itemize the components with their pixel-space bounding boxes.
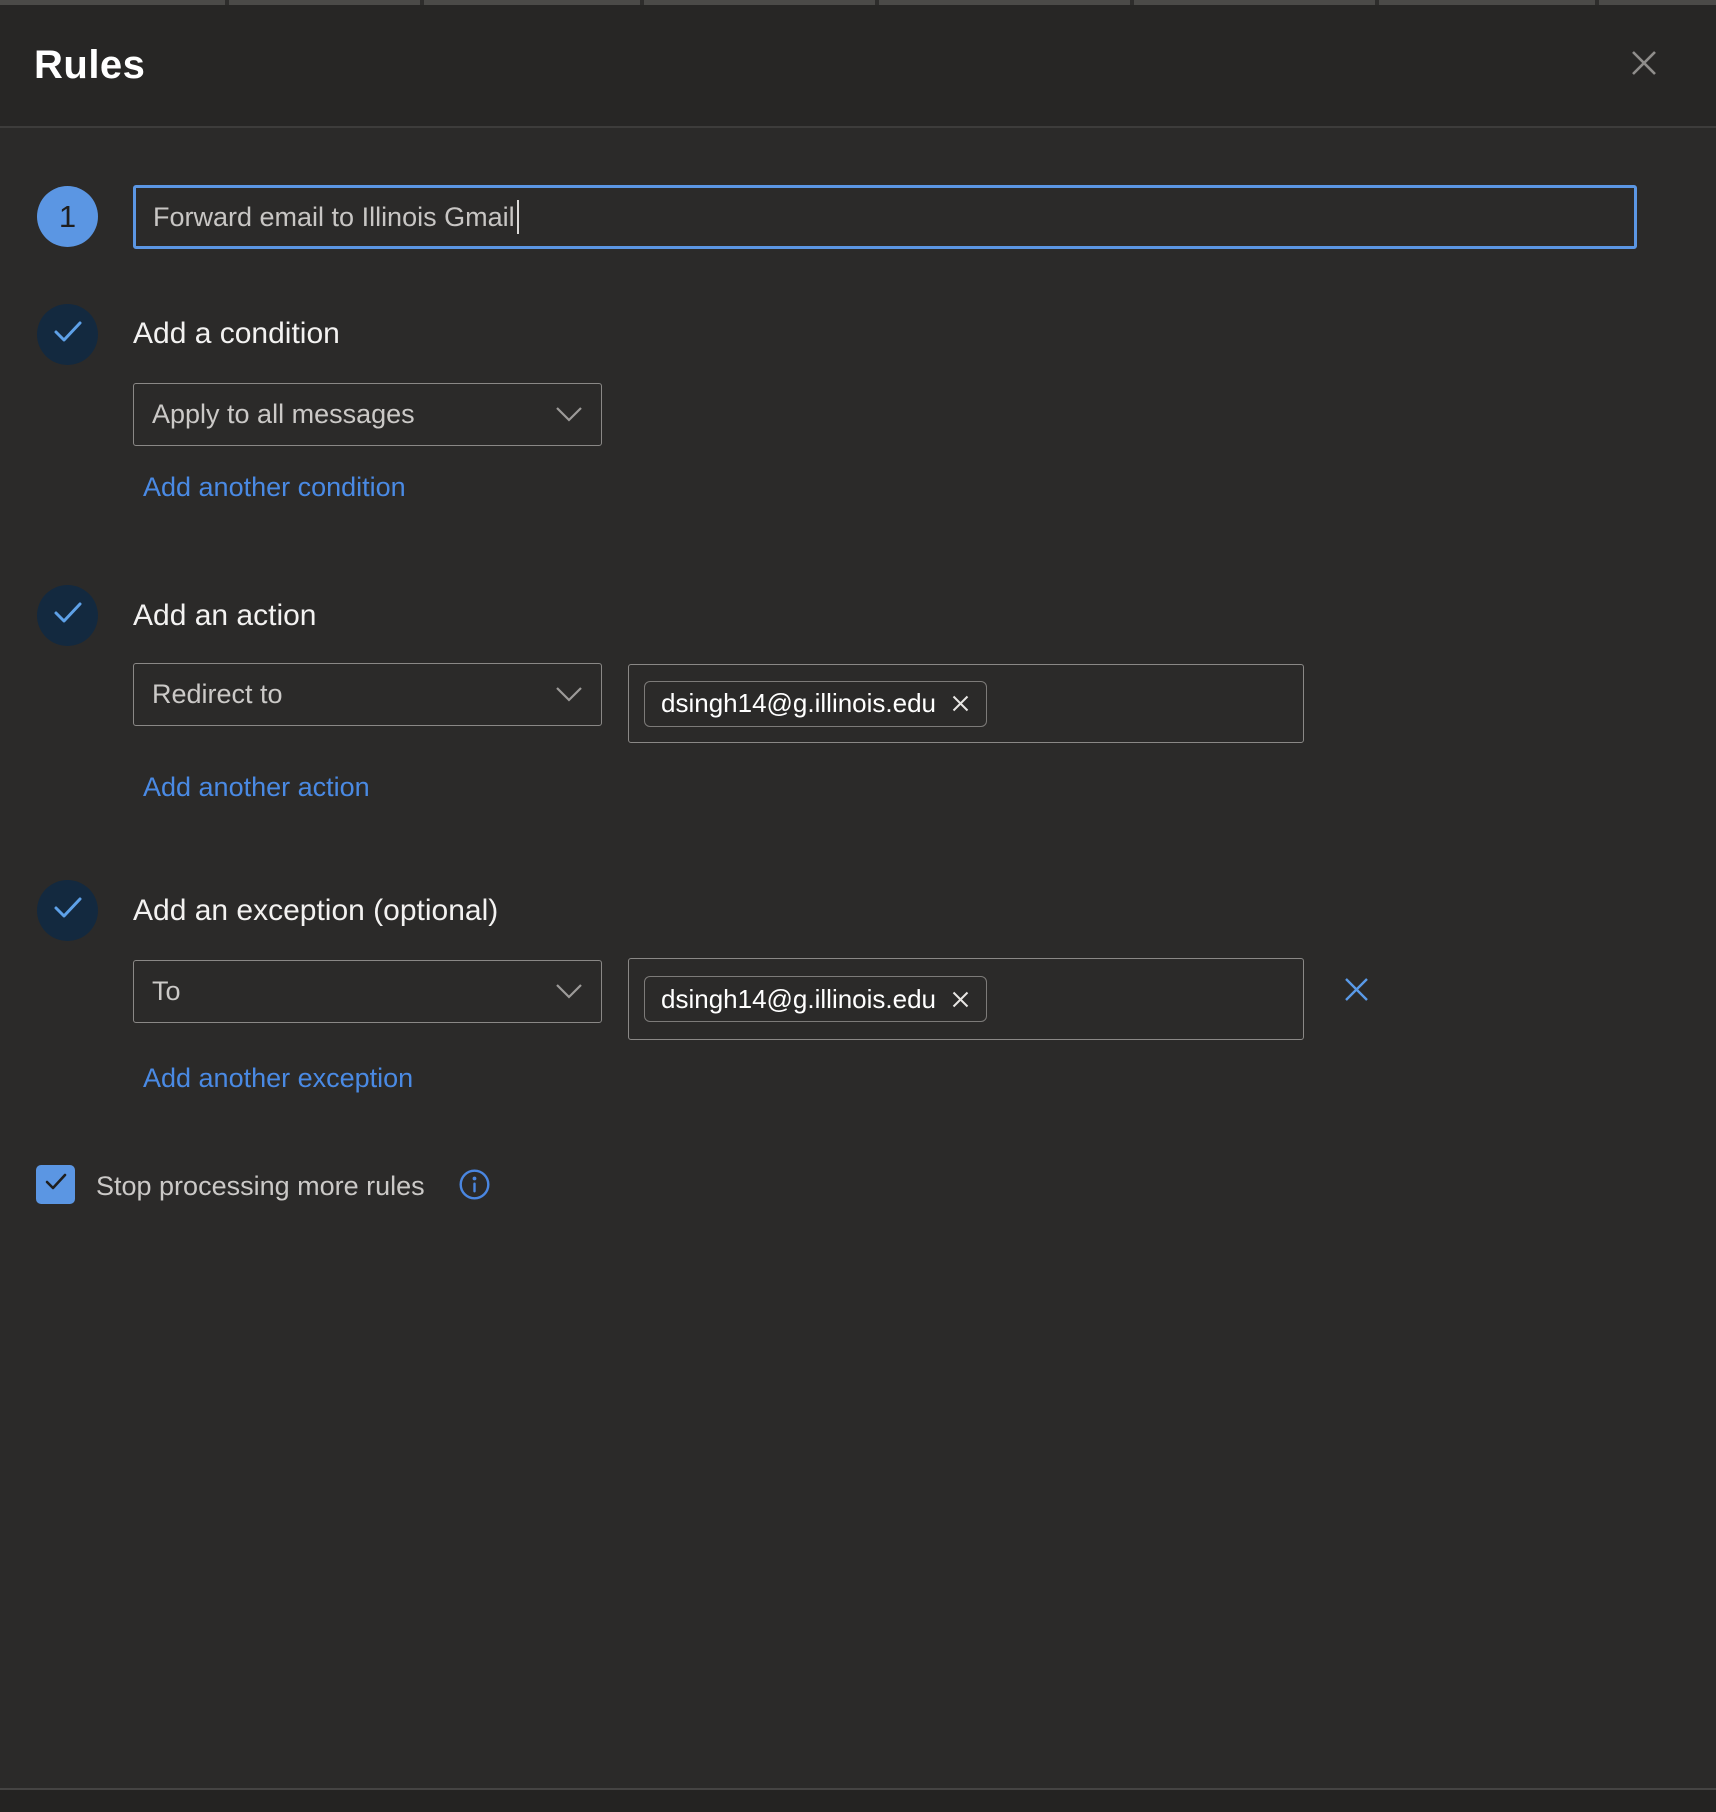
exception-check-circle — [37, 880, 98, 941]
add-another-action-link[interactable]: Add another action — [143, 772, 370, 803]
stop-processing-label: Stop processing more rules — [96, 1171, 425, 1202]
recipient-email: dsingh14@g.illinois.edu — [661, 688, 936, 719]
add-another-exception-link[interactable]: Add another exception — [143, 1063, 413, 1094]
text-cursor — [517, 200, 519, 234]
condition-dropdown-value: Apply to all messages — [152, 399, 415, 430]
rule-number-badge: 1 — [37, 186, 98, 247]
rule-name-value: Forward email to Illinois Gmail — [153, 202, 515, 233]
action-dropdown[interactable]: Redirect to — [133, 663, 602, 726]
exception-recipient-field[interactable]: dsingh14@g.illinois.edu — [628, 958, 1304, 1040]
check-icon — [52, 895, 84, 926]
chevron-down-icon — [555, 399, 583, 430]
delete-exception-icon — [1343, 976, 1370, 1008]
exception-dropdown-value: To — [152, 976, 181, 1007]
action-dropdown-value: Redirect to — [152, 679, 283, 710]
chevron-down-icon — [555, 679, 583, 710]
chevron-down-icon — [555, 976, 583, 1007]
rule-name-input[interactable]: Forward email to Illinois Gmail — [133, 185, 1637, 249]
info-icon[interactable] — [457, 1167, 491, 1201]
action-heading: Add an action — [133, 599, 316, 633]
action-check-circle — [37, 585, 98, 646]
close-button[interactable] — [1618, 40, 1670, 92]
recipient-chip: dsingh14@g.illinois.edu — [644, 976, 987, 1022]
remove-recipient-icon[interactable] — [951, 694, 970, 713]
rule-number: 1 — [59, 199, 76, 235]
check-icon — [52, 319, 84, 350]
dialog-header: Rules — [0, 5, 1716, 128]
condition-heading: Add a condition — [133, 317, 340, 351]
action-recipient-field[interactable]: dsingh14@g.illinois.edu — [628, 664, 1304, 743]
stop-processing-checkbox[interactable] — [36, 1165, 75, 1204]
delete-exception-button[interactable] — [1338, 974, 1374, 1010]
close-icon — [1628, 47, 1660, 84]
remove-recipient-icon[interactable] — [951, 990, 970, 1009]
dialog-title: Rules — [34, 43, 145, 88]
recipient-email: dsingh14@g.illinois.edu — [661, 984, 936, 1015]
exception-heading: Add an exception (optional) — [133, 894, 498, 928]
add-another-condition-link[interactable]: Add another condition — [143, 472, 406, 503]
recipient-chip: dsingh14@g.illinois.edu — [644, 681, 987, 727]
bottom-footer-strip — [0, 1790, 1716, 1812]
check-icon — [52, 600, 84, 631]
checkbox-check-icon — [44, 1172, 68, 1197]
condition-dropdown[interactable]: Apply to all messages — [133, 383, 602, 446]
condition-check-circle — [37, 304, 98, 365]
exception-dropdown[interactable]: To — [133, 960, 602, 1023]
